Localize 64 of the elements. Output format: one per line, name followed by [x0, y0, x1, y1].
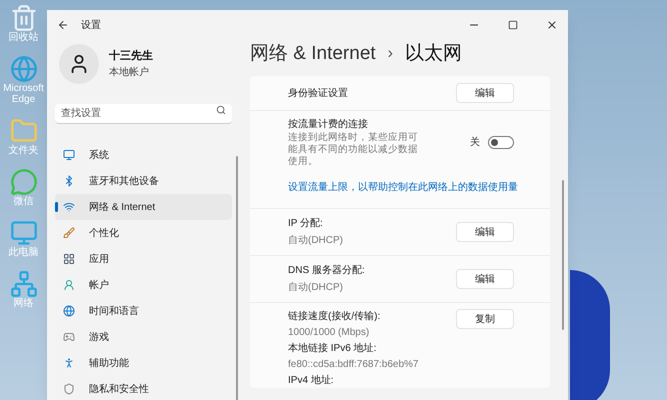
page-title: 以太网	[405, 42, 462, 66]
property-label: 链接速度(接收/传输):	[288, 310, 382, 324]
search-icon[interactable]	[216, 105, 226, 115]
scrollbar[interactable]	[562, 180, 564, 330]
sidebar-item[interactable]: 蓝牙和其他设备	[55, 168, 232, 194]
sidebar-item[interactable]: 系统	[55, 142, 232, 168]
category-icon	[63, 383, 75, 395]
category-icon	[63, 331, 75, 343]
desktop-shortcut-icon[interactable]	[10, 270, 38, 298]
selection-indicator	[55, 202, 58, 212]
category-icon	[63, 305, 75, 317]
category-icon	[63, 253, 75, 265]
sidebar-item[interactable]: 游戏	[55, 324, 232, 350]
desktop-icon-label: 此电脑	[8, 247, 40, 258]
sidebar-item[interactable]: 网络 & Internet	[55, 194, 232, 220]
toggle-switch[interactable]	[488, 136, 514, 149]
desktop-shortcut-icon[interactable]	[10, 219, 38, 247]
maximize-icon[interactable]	[508, 20, 518, 30]
breadcrumb-separator: ›	[388, 44, 393, 64]
edit-button[interactable]: 编辑	[456, 269, 514, 289]
sidebar-item[interactable]: 辅助功能	[55, 350, 232, 376]
category-icon	[63, 357, 75, 369]
edit-button[interactable]: 编辑	[456, 222, 514, 242]
property-value: fe80::cd5a:bdff:7687:b6eb%7	[288, 358, 420, 372]
setting-label: 身份验证设置	[288, 86, 349, 100]
category-icon	[63, 227, 75, 239]
sidebar-item[interactable]: 帐户	[55, 272, 232, 298]
sidebar-item[interactable]: 时间和语言	[55, 298, 232, 324]
desktop-icon-label: 文件夹	[8, 145, 40, 156]
setting-label: IP 分配:	[288, 217, 324, 231]
toggle-knob	[491, 139, 498, 146]
property-label: IPv4 地址:	[288, 374, 335, 388]
back-icon[interactable]	[57, 19, 69, 31]
sidebar-item[interactable]: 个性化	[55, 220, 232, 246]
category-icon	[63, 279, 75, 291]
window-title: 设置	[81, 18, 101, 32]
account-type: 本地帐户	[109, 66, 150, 80]
scrollbar[interactable]	[236, 156, 238, 400]
sidebar-item[interactable]: 隐私和安全性	[55, 376, 232, 400]
category-icon	[63, 175, 75, 187]
search-field[interactable]: 查找设置	[55, 104, 232, 124]
breadcrumb-parent[interactable]: 网络 & Internet	[250, 40, 376, 68]
edit-button[interactable]: 复制	[456, 309, 514, 329]
desktop-icon-label: 微信	[12, 196, 34, 207]
account-name: 十三先生	[109, 48, 153, 64]
toggle-state: 关	[470, 136, 480, 150]
sidebar-item[interactable]: 应用	[55, 246, 232, 272]
setting-label: 按流量计费的连接	[288, 118, 369, 132]
desktop-shortcut-icon[interactable]	[10, 4, 38, 32]
setting-description: 连接到此网络时，某些应用可能具有不同的功能以减少数据使用。	[288, 132, 419, 168]
property-value: 1000/1000 (Mbps)	[288, 326, 370, 340]
close-icon[interactable]	[546, 19, 558, 31]
desktop-icon-label: Microsoft Edge	[2, 83, 45, 105]
category-icon	[63, 149, 75, 161]
setting-value: 自动(DHCP)	[288, 234, 344, 248]
edit-button[interactable]: 编辑	[456, 83, 514, 103]
property-label: 本地链接 IPv6 地址:	[288, 342, 378, 356]
desktop-shortcut-icon[interactable]	[10, 55, 38, 83]
setting-value: 自动(DHCP)	[288, 281, 344, 295]
desktop-shortcut-icon[interactable]	[10, 168, 38, 196]
setting-label: DNS 服务器分配:	[288, 264, 366, 278]
data-limit-link[interactable]: 设置流量上限，以帮助控制在此网络上的数据使用量	[288, 182, 518, 193]
desktop-icon-label: 回收站	[8, 32, 40, 43]
desktop-icon-label: 网络	[12, 298, 34, 309]
